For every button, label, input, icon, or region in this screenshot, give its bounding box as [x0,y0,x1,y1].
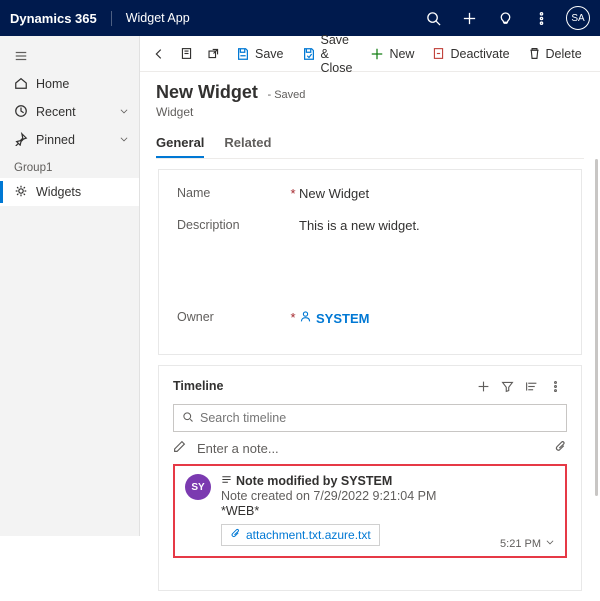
required-marker: * [287,308,299,325]
sidebar-item-recent[interactable]: Recent [0,98,139,126]
form-scroll-area: Name * New Widget Description This is a … [140,159,600,601]
sidebar-item-label: Pinned [36,133,75,147]
tab-related[interactable]: Related [224,129,271,158]
field-label: Description [177,216,287,232]
form-section: Name * New Widget Description This is a … [158,169,582,355]
pencil-icon [173,440,189,456]
timeline-note-card[interactable]: SY Note modified by SYSTEM Note created … [173,464,567,558]
filter-icon[interactable] [495,374,519,398]
home-icon [14,76,28,93]
note-title-row: Note modified by SYSTEM [221,474,555,488]
global-nav: Dynamics 365 Widget App SA [0,0,600,36]
save-close-label: Save & Close [321,33,353,75]
timeline-add-icon[interactable] [471,374,495,398]
field-label: Owner [177,308,287,324]
field-name[interactable]: Name * New Widget [177,184,563,210]
clock-icon [14,104,28,121]
sidebar-item-home[interactable]: Home [0,70,139,98]
search-icon [182,411,194,426]
sidebar-item-label: Recent [36,105,76,119]
chevron-down-icon[interactable] [545,537,555,550]
timeline-search[interactable] [173,404,567,432]
deactivate-label: Deactivate [450,47,509,61]
hamburger-icon[interactable] [0,42,139,70]
pin-icon [14,132,28,149]
field-owner[interactable]: Owner * SYSTEM [177,308,563,334]
field-value[interactable]: SYSTEM [299,308,563,326]
paperclip-icon[interactable] [554,440,567,456]
tab-general[interactable]: General [156,129,204,158]
enter-note-placeholder[interactable]: Enter a note... [197,441,546,456]
timeline-section: Timeline Enter a note... [158,365,582,591]
sort-icon[interactable] [519,374,543,398]
trash-icon [528,47,541,60]
brand-label: Dynamics 365 [10,11,112,26]
field-value[interactable]: New Widget [299,184,563,201]
sidebar-item-pinned[interactable]: Pinned [0,126,139,154]
timeline-title: Timeline [173,379,471,393]
delete-button[interactable]: Delete [520,39,590,69]
search-icon[interactable] [418,3,448,33]
note-icon [221,474,232,488]
timeline-header: Timeline [173,374,567,398]
user-avatar[interactable]: SA [566,6,590,30]
field-label: Name [177,184,287,200]
main: Save Save & Close New Deactivate Delete [140,36,600,536]
timeline-note-entry[interactable]: Enter a note... [173,440,567,456]
form-icon[interactable] [174,39,199,69]
sidebar-group-label: Group1 [0,154,139,178]
field-value[interactable]: This is a new widget. [299,216,563,233]
save-label: Save [255,47,284,61]
saved-indicator: - Saved [267,89,305,101]
required-marker: * [287,184,299,201]
note-title: Note modified by SYSTEM [236,474,392,488]
sidebar-item-widgets[interactable]: Widgets [0,178,139,206]
app-name: Widget App [112,11,418,25]
sidebar: Home Recent Pinned Group1 Widgets [0,36,140,536]
plus-icon [370,47,384,61]
popout-icon[interactable] [201,39,226,69]
new-button[interactable]: New [362,39,422,69]
save-close-button[interactable]: Save & Close [294,39,361,69]
scrollbar[interactable] [595,159,598,496]
command-bar: Save Save & Close New Deactivate Delete [140,36,600,72]
save-button[interactable]: Save [228,39,292,69]
more-vertical-icon[interactable] [594,39,600,69]
more-vertical-icon[interactable] [526,3,556,33]
chevron-down-icon [119,133,129,147]
timeline-search-input[interactable] [200,411,558,425]
note-time: 5:21 PM [500,537,555,550]
sidebar-item-label: Home [36,77,69,91]
note-created: Note created on 7/29/2022 9:21:04 PM [221,489,555,503]
paperclip-icon [230,528,241,542]
back-button[interactable] [146,39,172,69]
note-avatar: SY [185,474,211,500]
sidebar-item-label: Widgets [36,185,81,199]
person-icon [299,310,312,326]
tabs: General Related [156,129,584,159]
owner-name: SYSTEM [316,311,369,326]
nav-actions: SA [418,3,590,33]
page-header: New Widget - Saved Widget General Relate… [140,72,600,159]
deactivate-icon [432,47,445,60]
note-tag: *WEB* [221,504,555,518]
more-vertical-icon[interactable] [543,374,567,398]
chevron-down-icon [119,105,129,119]
entity-label: Widget [156,105,584,119]
save-close-icon [302,47,316,61]
field-description[interactable]: Description This is a new widget. [177,216,563,242]
new-label: New [389,47,414,61]
attachment-name: attachment.txt.azure.txt [246,528,371,542]
widget-icon [14,184,28,201]
delete-label: Delete [546,47,582,61]
add-icon[interactable] [454,3,484,33]
note-attachment[interactable]: attachment.txt.azure.txt [221,524,380,546]
save-icon [236,47,250,61]
lightbulb-icon[interactable] [490,3,520,33]
deactivate-button[interactable]: Deactivate [424,39,517,69]
page-title: New Widget [156,82,258,103]
